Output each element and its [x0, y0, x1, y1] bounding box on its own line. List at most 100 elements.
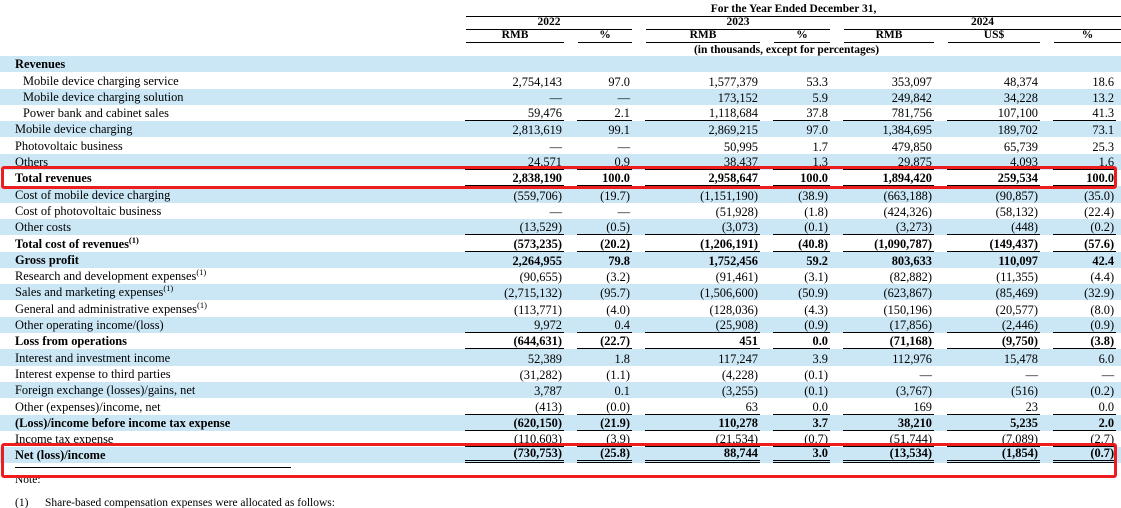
cell-value: 3.0 [773, 447, 830, 463]
table-body: RevenuesMobile device charging service2,… [0, 56, 1121, 463]
cell-value: (730,753) [465, 447, 564, 463]
year-header-2023: 2023 [646, 17, 830, 30]
cell-value: 52,389 [465, 352, 564, 366]
row-label: Mobile device charging [0, 122, 452, 137]
table-row: Cost of photovoltaic business——(51,928)(… [0, 203, 1121, 219]
cell-value: (3.2) [577, 270, 632, 284]
cell-value: 451 [645, 334, 760, 349]
cell-value: (516) [947, 384, 1040, 398]
cell-value: — [465, 140, 564, 154]
cell-value: 1.3 [773, 155, 830, 170]
row-label: Research and development expenses(1) [0, 269, 452, 284]
cell-value: 1.8 [577, 352, 632, 366]
cell-value: (413) [465, 400, 564, 415]
row-label: Sales and marketing expenses(1) [0, 285, 452, 300]
cell-value: 24,571 [465, 155, 564, 170]
cell-value: 18.6 [1053, 75, 1116, 89]
cell-value: (58,132) [947, 205, 1040, 219]
measure-note: (in thousands, except for percentages) [452, 44, 1121, 56]
table-row: Mobile device charging solution——173,152… [0, 89, 1121, 105]
income-statement-table: For the Year Ended December 31, 20222023… [0, 4, 1121, 463]
row-label: General and administrative expenses(1) [0, 302, 452, 317]
cell-value: (623,867) [843, 286, 934, 300]
cell-value: — [577, 91, 632, 105]
cell-value: (0.2) [1053, 384, 1116, 398]
cell-value: (3.9) [577, 432, 632, 447]
table-row: Interest expense to third parties(31,282… [0, 366, 1121, 382]
cell-value: (0.9) [773, 318, 830, 333]
cell-value: (644,631) [465, 334, 564, 349]
footnote-1-text: Share-based compensation expenses were a… [45, 497, 335, 508]
cell-value: (57.6) [1053, 237, 1116, 252]
cell-value: 65,739 [947, 140, 1040, 154]
cell-value: (4.4) [1053, 270, 1116, 284]
cell-value: 100.0 [577, 171, 632, 186]
cell-value: (448) [947, 220, 1040, 235]
header-spacer [0, 43, 452, 56]
cell-value: 29,875 [843, 155, 934, 170]
cell-value: (35.0) [1053, 189, 1116, 203]
table-row: Foreign exchange (losses)/gains, net3,78… [0, 382, 1121, 398]
cell-value: 1,752,456 [645, 254, 760, 268]
cell-value: (3.1) [773, 270, 830, 284]
unit-header: % [578, 30, 632, 43]
header-spacer [0, 17, 452, 30]
row-label: Other operating income/(loss) [0, 318, 452, 333]
cell-value: 3,787 [465, 384, 564, 398]
footnote-reference: (1) [197, 300, 207, 309]
cell-value: 2,838,190 [465, 171, 564, 186]
footnote-reference: (1) [163, 284, 173, 293]
cell-value: 0.0 [773, 400, 830, 415]
row-label: Others [0, 155, 452, 170]
footnote-reference: (1) [129, 235, 139, 244]
cell-value: 259,534 [947, 171, 1040, 186]
cell-value: (149,437) [947, 237, 1040, 252]
cell-value: 88,744 [645, 447, 760, 463]
cell-value: (0.9) [1053, 318, 1116, 333]
table-row: Gross profit2,264,95579.81,752,45659.280… [0, 252, 1121, 268]
cell-value: (663,188) [843, 189, 934, 203]
cell-value: (2,715,132) [465, 286, 564, 300]
cell-value: (25.8) [577, 447, 632, 463]
table-row: (Loss)/income before income tax expense(… [0, 415, 1121, 431]
cell-value: 23 [947, 400, 1040, 415]
row-label: Interest expense to third parties [0, 367, 452, 382]
cell-value: (1,090,787) [843, 237, 934, 252]
cell-value: (0.1) [773, 384, 830, 398]
cell-value: (3,767) [843, 384, 934, 398]
cell-value: 1,577,379 [645, 75, 760, 89]
unit-header-row: RMB%RMB%RMBUS$% [0, 30, 1121, 43]
cell-value: (20,577) [947, 303, 1040, 317]
cell-value: (17,856) [843, 318, 934, 333]
row-label: Gross profit [0, 253, 452, 268]
cell-value: (38.9) [773, 189, 830, 203]
table-row: Revenues [0, 56, 1121, 72]
cell-value: (8.0) [1053, 303, 1116, 317]
cell-value: (50.9) [773, 286, 830, 300]
footnote-1: (1)Share-based compensation expenses wer… [15, 497, 1121, 508]
table-row: Research and development expenses(1)(90,… [0, 268, 1121, 284]
cell-value: (0.5) [577, 220, 632, 235]
cell-value: 63 [645, 400, 760, 415]
cell-value: 38,437 [645, 155, 760, 170]
cell-value: (573,235) [465, 237, 564, 252]
cell-value: 25.3 [1053, 140, 1116, 154]
cell-value: 99.1 [577, 123, 632, 137]
cell-value: (0.1) [773, 368, 830, 382]
table-row: Photovoltaic business——50,9951.7479,8506… [0, 137, 1121, 153]
cell-value: 189,702 [947, 123, 1040, 137]
cell-value: 13.2 [1053, 91, 1116, 105]
cell-value: 50,995 [645, 140, 760, 154]
row-label: Photovoltaic business [0, 139, 452, 154]
cell-value: 803,633 [843, 254, 934, 268]
cell-value: 1,118,684 [645, 106, 760, 121]
cell-value: 0.4 [577, 318, 632, 333]
row-label: Total revenues [0, 171, 452, 186]
cell-value: 5.9 [773, 91, 830, 105]
cell-value: (1,506,600) [645, 286, 760, 300]
cell-value: (620,150) [465, 416, 564, 431]
cell-value: (13,529) [465, 220, 564, 235]
cell-value: (0.7) [773, 432, 830, 447]
unit-header: % [774, 30, 830, 43]
cell-value: (128,036) [645, 303, 760, 317]
